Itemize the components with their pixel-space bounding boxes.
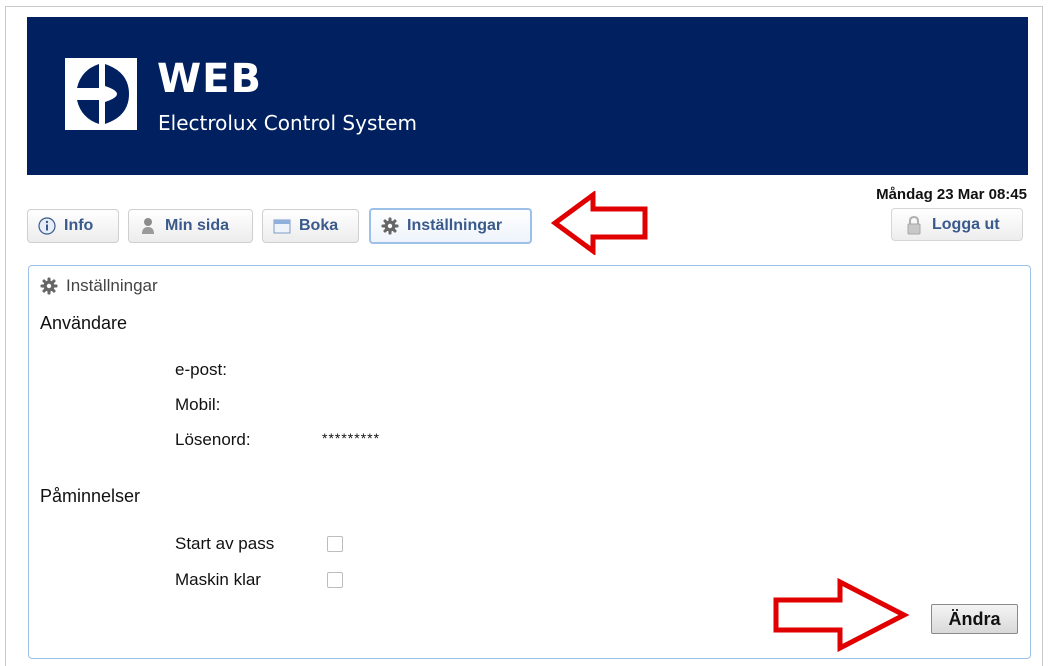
user-section-heading: Användare xyxy=(40,313,128,333)
tab-boka[interactable]: Boka xyxy=(262,209,359,243)
gear-icon xyxy=(381,217,399,235)
tab-installningar[interactable]: Inställningar xyxy=(369,208,532,244)
tab-installningar-label: Inställningar xyxy=(407,217,503,234)
calendar-icon xyxy=(273,217,291,235)
tab-min-sida-label: Min sida xyxy=(165,217,230,234)
reminder-start-checkbox[interactable] xyxy=(327,536,343,552)
logout-button[interactable]: Logga ut xyxy=(891,208,1023,241)
gear-icon xyxy=(40,277,58,295)
electrolux-logo xyxy=(65,58,137,130)
mobile-label: Mobil: xyxy=(175,395,221,414)
panel-title: Inställningar xyxy=(40,276,158,296)
reminders-section-heading: Påminnelser xyxy=(40,486,141,506)
tab-boka-label: Boka xyxy=(299,217,339,234)
brand-subtitle: Electrolux Control System xyxy=(158,111,418,135)
brand-title: WEB xyxy=(157,56,262,102)
panel-title-label: Inställningar xyxy=(66,276,158,295)
logout-label: Logga ut xyxy=(932,215,1000,233)
reminder-machine-done-checkbox[interactable] xyxy=(327,572,343,588)
header-banner: WEB Electrolux Control System xyxy=(27,17,1028,175)
current-datetime: Måndag 23 Mar 08:45 xyxy=(876,186,1027,203)
reminder-start-label: Start av pass xyxy=(175,534,275,553)
tab-info[interactable]: Info xyxy=(27,209,119,243)
change-button[interactable]: Ändra xyxy=(931,604,1018,634)
user-icon xyxy=(139,217,157,235)
tab-min-sida[interactable]: Min sida xyxy=(128,209,253,243)
annotation-arrow-left xyxy=(551,191,648,255)
reminder-machine-done-label: Maskin klar xyxy=(175,570,261,589)
email-label: e-post: xyxy=(175,360,227,379)
password-value: ********* xyxy=(322,430,381,446)
annotation-arrow-right xyxy=(773,578,910,652)
lock-icon xyxy=(906,215,922,235)
tab-info-label: Info xyxy=(64,217,94,234)
password-label: Lösenord: xyxy=(175,430,251,449)
info-icon xyxy=(38,217,56,235)
